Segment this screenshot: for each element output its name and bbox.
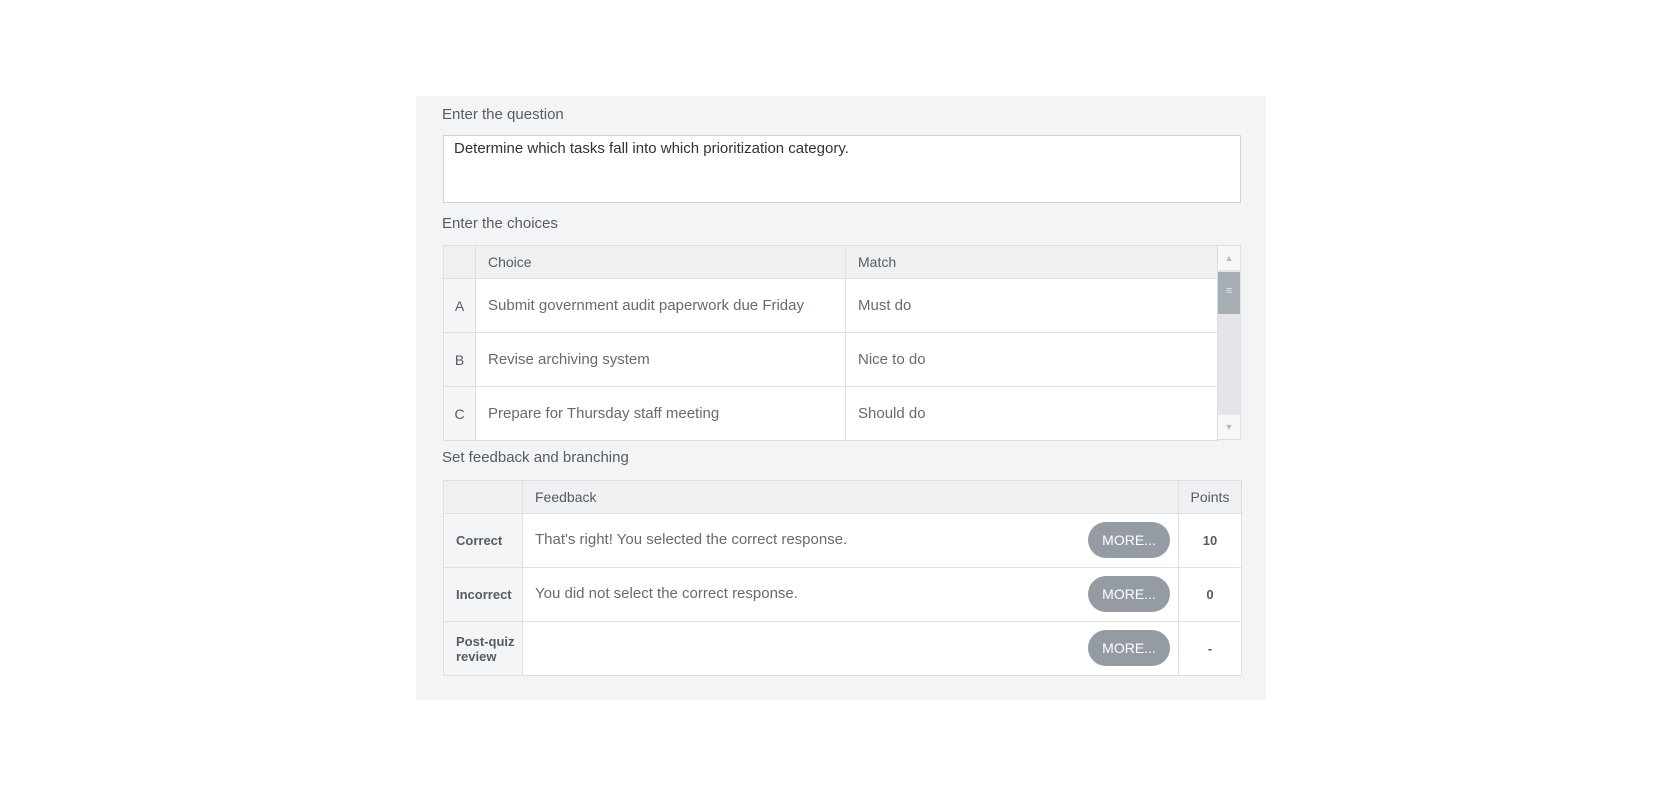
match-cell[interactable]: Nice to do	[845, 332, 1218, 387]
feedback-text[interactable]: That's right! You selected the correct r…	[535, 531, 847, 548]
question-input[interactable]: Determine which tasks fall into which pr…	[443, 135, 1241, 203]
choice-row: B Revise archiving system Nice to do	[443, 332, 1218, 387]
match-column-header: Match	[845, 245, 1218, 279]
feedback-row-label: Post-quiz review	[443, 621, 523, 676]
points-column-header: Points	[1178, 480, 1242, 514]
scroll-thumb[interactable]: ≡	[1218, 272, 1240, 314]
feedback-column-header: Feedback	[522, 480, 1179, 514]
scroll-down-arrow-icon[interactable]: ▼	[1218, 415, 1240, 439]
feedback-cell[interactable]: You did not select the correct response.…	[522, 567, 1179, 622]
choices-label: Enter the choices	[442, 215, 558, 232]
choice-letter: A	[443, 278, 476, 333]
choice-letter: C	[443, 386, 476, 441]
feedback-label: Set feedback and branching	[442, 449, 629, 466]
feedback-row-label: Incorrect	[443, 567, 523, 622]
match-cell[interactable]: Should do	[845, 386, 1218, 441]
feedback-row-label-header	[443, 480, 523, 514]
question-label: Enter the question	[442, 106, 564, 123]
choice-row: A Submit government audit paperwork due …	[443, 278, 1218, 333]
choice-column-header: Choice	[475, 245, 846, 279]
choice-row: C Prepare for Thursday staff meeting Sho…	[443, 386, 1218, 441]
feedback-cell[interactable]: MORE...	[522, 621, 1179, 676]
feedback-header-row: Feedback Points	[443, 480, 1242, 514]
points-cell[interactable]: 0	[1178, 567, 1242, 622]
more-button[interactable]: MORE...	[1088, 630, 1170, 666]
feedback-table: Feedback Points Correct That's right! Yo…	[443, 480, 1242, 676]
letter-header	[443, 245, 476, 279]
more-button[interactable]: MORE...	[1088, 576, 1170, 612]
feedback-row-correct: Correct That's right! You selected the c…	[443, 513, 1242, 568]
choice-cell[interactable]: Prepare for Thursday staff meeting	[475, 386, 846, 441]
match-cell[interactable]: Must do	[845, 278, 1218, 333]
question-editor-panel: Enter the question Determine which tasks…	[416, 96, 1266, 700]
choice-cell[interactable]: Submit government audit paperwork due Fr…	[475, 278, 846, 333]
points-cell: -	[1178, 621, 1242, 676]
feedback-row-post-quiz-review: Post-quiz review MORE... -	[443, 621, 1242, 676]
choice-letter: B	[443, 332, 476, 387]
scroll-up-arrow-icon[interactable]: ▲	[1218, 246, 1240, 270]
choices-header-row: Choice Match	[443, 245, 1218, 279]
feedback-cell[interactable]: That's right! You selected the correct r…	[522, 513, 1179, 568]
choices-table: Choice Match A Submit government audit p…	[443, 245, 1218, 441]
feedback-row-incorrect: Incorrect You did not select the correct…	[443, 567, 1242, 622]
grip-lines-icon: ≡	[1225, 285, 1233, 297]
more-button[interactable]: MORE...	[1088, 522, 1170, 558]
points-cell[interactable]: 10	[1178, 513, 1242, 568]
feedback-row-label: Correct	[443, 513, 523, 568]
choices-scrollbar[interactable]: ▲ ≡ ▼	[1217, 245, 1241, 440]
choice-cell[interactable]: Revise archiving system	[475, 332, 846, 387]
feedback-text[interactable]: You did not select the correct response.	[535, 585, 798, 602]
